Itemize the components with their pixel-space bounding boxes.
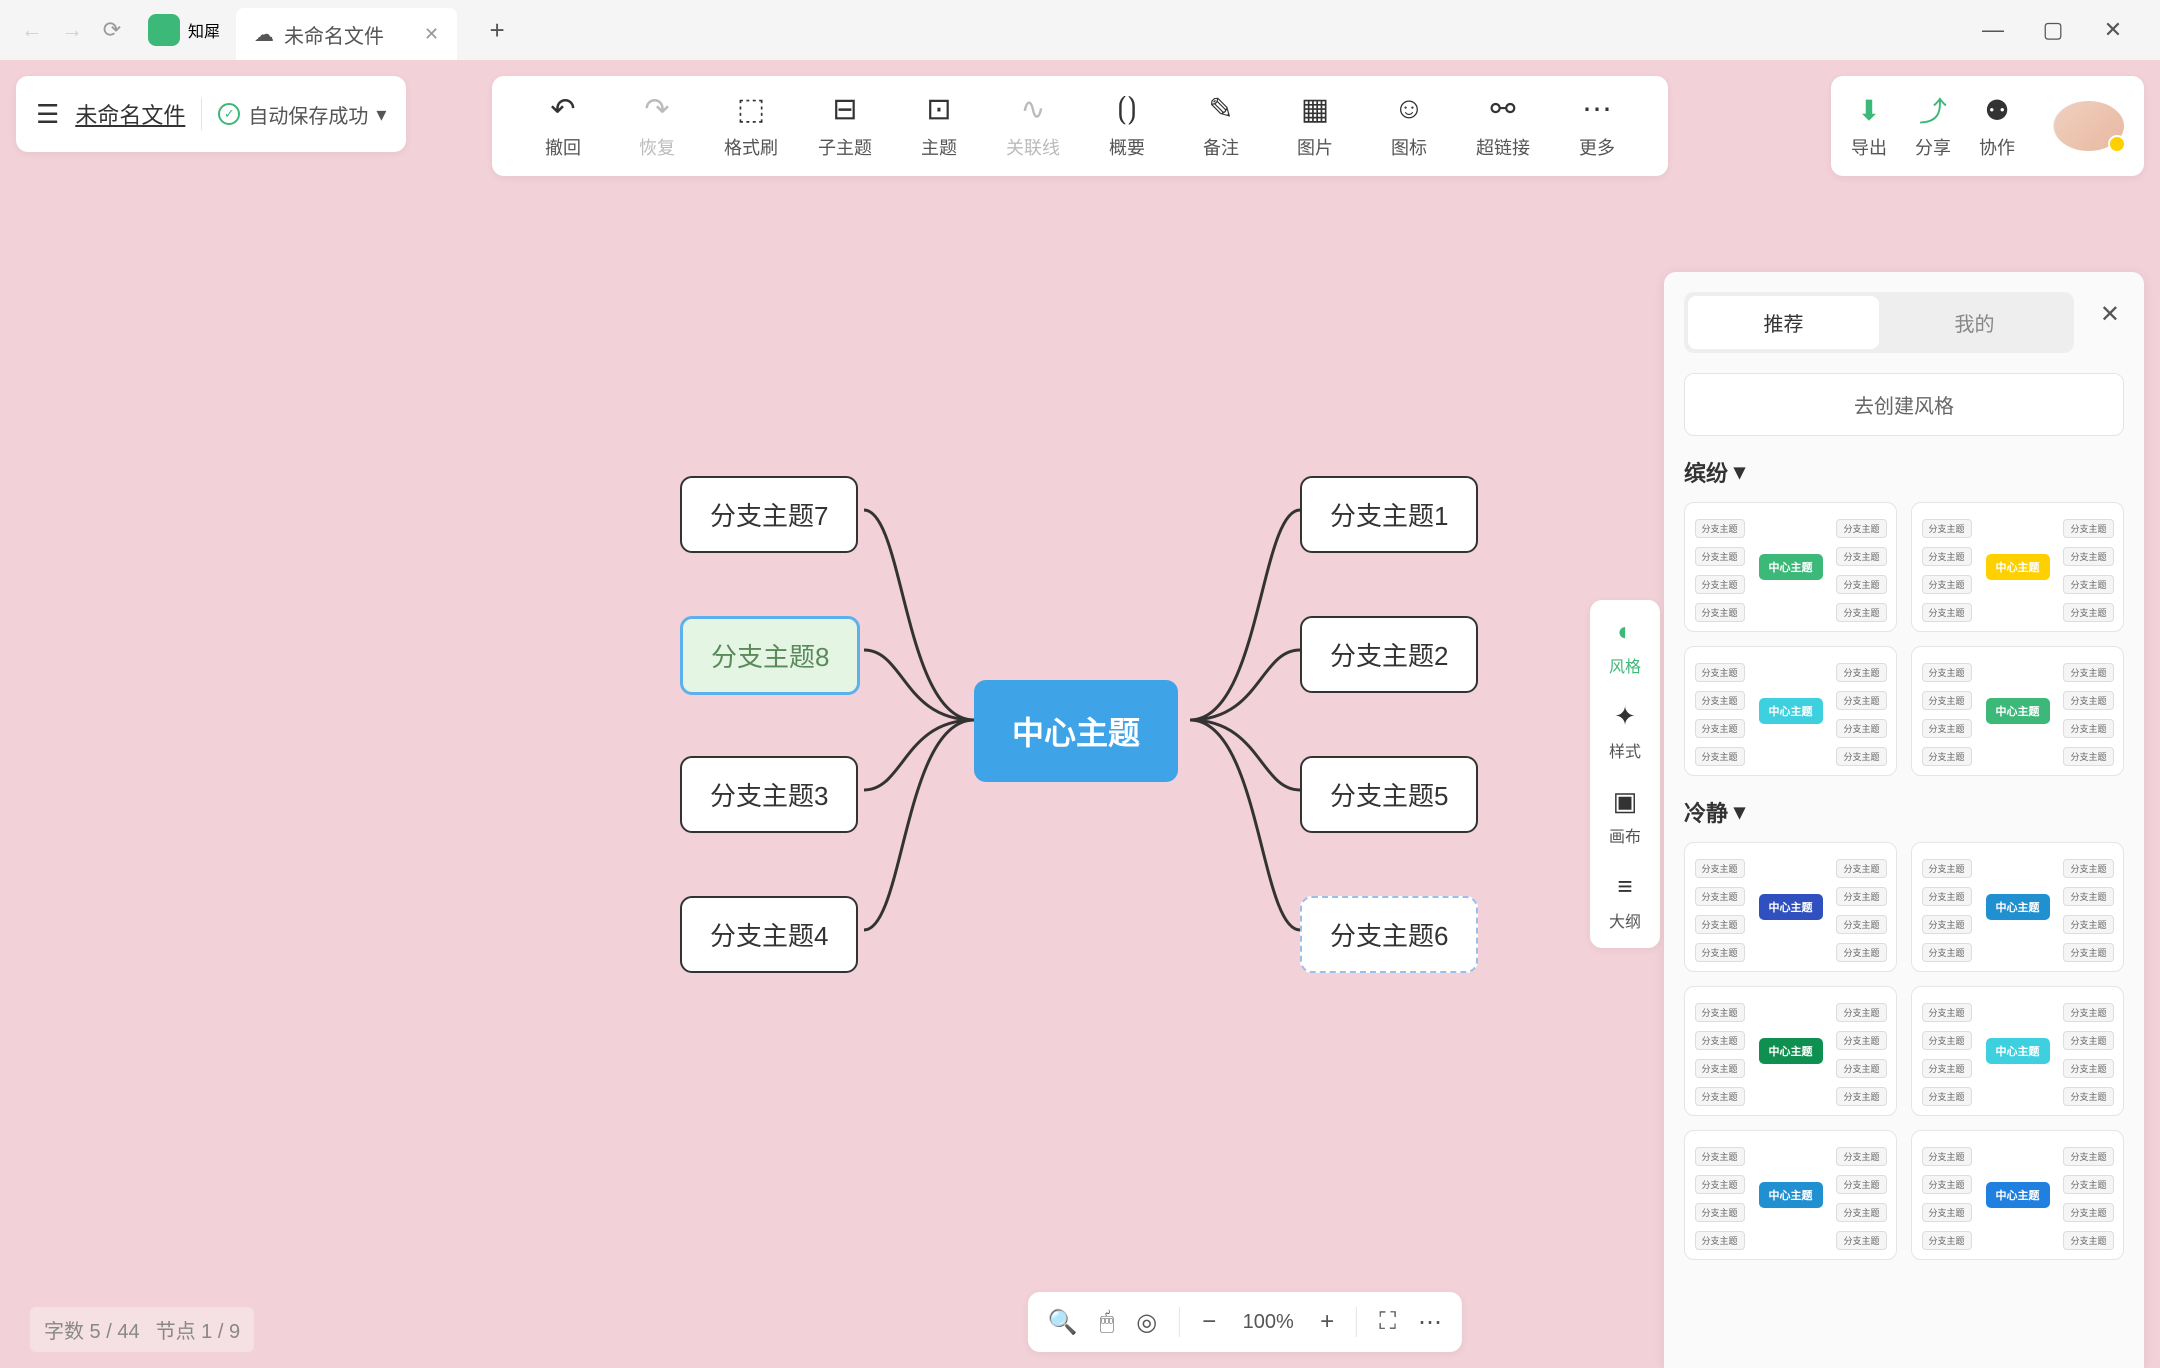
branch-node-selected[interactable]: 分支主题8 [680,616,860,695]
window-controls: — ▢ ✕ [1978,15,2148,45]
zoom-bar: 🔍 🖱 ◎ − 100% + ⛶ ⋯ [1028,1292,1462,1352]
branch-node[interactable]: 分支主题6 [1300,896,1478,973]
tab-mine[interactable]: 我的 [1879,296,2070,349]
style-theme-card[interactable]: 中心主题分支主题分支主题分支主题分支主题分支主题分支主题分支主题分支主题 [1911,842,2124,972]
zoom-value: 100% [1238,1311,1298,1334]
style-grid: 中心主题分支主题分支主题分支主题分支主题分支主题分支主题分支主题分支主题中心主题… [1684,842,2124,1260]
nav-forward-button[interactable]: → [52,10,92,50]
style-theme-card[interactable]: 中心主题分支主题分支主题分支主题分支主题分支主题分支主题分支主题分支主题 [1684,986,1897,1116]
status-bar: 字数 5 / 44 节点 1 / 9 [30,1307,254,1352]
tab-title: 未命名文件 [284,20,384,49]
fullscreen-icon[interactable]: ⛶ [1379,1308,1396,1336]
create-style-button[interactable]: 去创建风格 [1684,373,2124,436]
more-icon[interactable]: ⋯ [1418,1308,1442,1337]
app-logo-icon [148,14,180,46]
document-tab[interactable]: ☁ 未命名文件 ✕ [236,8,457,60]
style-section: 冷静 ▾ 中心主题分支主题分支主题分支主题分支主题分支主题分支主题分支主题分支主题… [1664,796,2144,1280]
cloud-icon: ☁ [254,22,274,47]
style-theme-card[interactable]: 中心主题分支主题分支主题分支主题分支主题分支主题分支主题分支主题分支主题 [1684,842,1897,972]
style-theme-card[interactable]: 中心主题分支主题分支主题分支主题分支主题分支主题分支主题分支主题分支主题 [1684,502,1897,632]
style-panel: 推荐 我的 ✕ 去创建风格 缤纷 ▾ 中心主题分支主题分支主题分支主题分支主题分支… [1664,272,2144,1368]
maximize-button[interactable]: ▢ [2038,15,2068,45]
divider [1356,1307,1357,1337]
section-title[interactable]: 冷静 ▾ [1684,796,2124,828]
style-theme-card[interactable]: 中心主题分支主题分支主题分支主题分支主题分支主题分支主题分支主题分支主题 [1911,1130,2124,1260]
style-tabs: 推荐 我的 [1684,292,2074,353]
close-window-button[interactable]: ✕ [2098,15,2128,45]
chevron-down-icon: ▾ [1734,799,1745,825]
branch-node[interactable]: 分支主题7 [680,476,858,553]
style-theme-card[interactable]: 中心主题分支主题分支主题分支主题分支主题分支主题分支主题分支主题分支主题 [1911,502,2124,632]
style-grid: 中心主题分支主题分支主题分支主题分支主题分支主题分支主题分支主题分支主题中心主题… [1684,502,2124,776]
target-icon[interactable]: ◎ [1136,1308,1157,1337]
center-node[interactable]: 中心主题 [974,680,1178,782]
new-tab-button[interactable]: + [477,10,517,50]
style-theme-card[interactable]: 中心主题分支主题分支主题分支主题分支主题分支主题分支主题分支主题分支主题 [1911,646,2124,776]
branch-node[interactable]: 分支主题1 [1300,476,1478,553]
app-name: 知犀 [188,18,220,42]
nav-refresh-button[interactable]: ⟳ [92,10,132,50]
close-panel-button[interactable]: ✕ [2100,300,2120,329]
browser-bar: ← → ⟳ 知犀 ☁ 未命名文件 ✕ + — ▢ ✕ [0,0,2160,60]
section-title[interactable]: 缤纷 ▾ [1684,456,2124,488]
branch-node[interactable]: 分支主题3 [680,756,858,833]
search-icon[interactable]: 🔍 [1048,1308,1078,1337]
nav-back-button[interactable]: ← [12,10,52,50]
divider [1179,1307,1180,1337]
zoom-out-button[interactable]: − [1202,1308,1216,1336]
style-section: 缤纷 ▾ 中心主题分支主题分支主题分支主题分支主题分支主题分支主题分支主题分支主题… [1664,456,2144,796]
mouse-icon[interactable]: 🖱 [1100,1308,1114,1336]
style-theme-card[interactable]: 中心主题分支主题分支主题分支主题分支主题分支主题分支主题分支主题分支主题 [1684,1130,1897,1260]
chevron-down-icon: ▾ [1734,459,1745,485]
node-count: 节点 1 / 9 [156,1315,240,1344]
app-tab[interactable]: 知犀 [132,0,236,60]
minimize-button[interactable]: — [1978,15,2008,45]
char-count: 字数 5 / 44 [44,1315,140,1344]
zoom-in-button[interactable]: + [1320,1308,1334,1336]
branch-node[interactable]: 分支主题4 [680,896,858,973]
tab-recommend[interactable]: 推荐 [1688,296,1879,349]
style-theme-card[interactable]: 中心主题分支主题分支主题分支主题分支主题分支主题分支主题分支主题分支主题 [1911,986,2124,1116]
content-area: ☰ 未命名文件 ✓ 自动保存成功 ▾ ↶撤回↷恢复⬚格式刷⊟子主题⊡主题∿关联线… [0,60,2160,1368]
close-icon[interactable]: ✕ [424,24,439,45]
branch-node[interactable]: 分支主题2 [1300,616,1478,693]
branch-node[interactable]: 分支主题5 [1300,756,1478,833]
style-theme-card[interactable]: 中心主题分支主题分支主题分支主题分支主题分支主题分支主题分支主题分支主题 [1684,646,1897,776]
